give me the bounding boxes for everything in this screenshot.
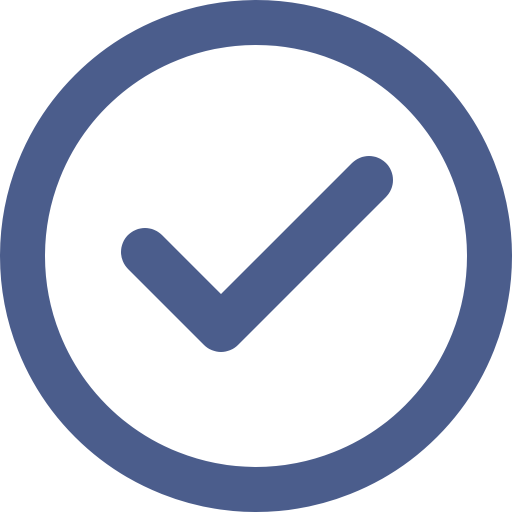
check-circle-svg bbox=[0, 0, 512, 512]
circle-outline bbox=[0, 0, 512, 512]
check-circle-icon bbox=[0, 0, 512, 512]
checkmark bbox=[121, 156, 393, 352]
